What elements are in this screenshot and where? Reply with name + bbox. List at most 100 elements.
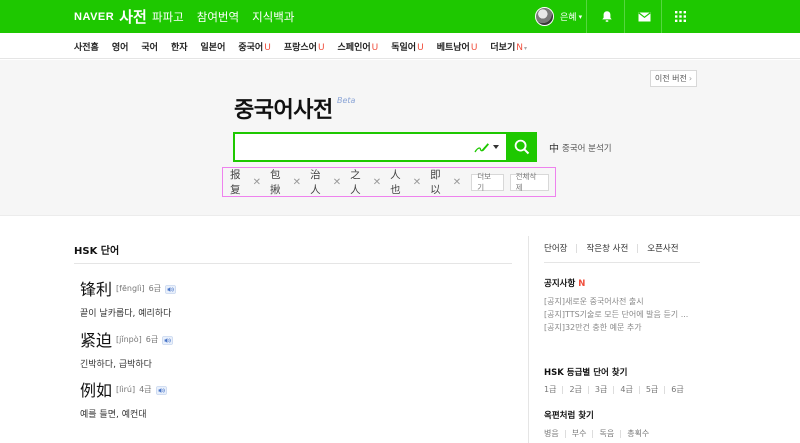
brand[interactable]: NAVER 사전 <box>74 0 147 33</box>
hsk-level-link[interactable]: 4급 <box>620 384 632 395</box>
radical-search-link[interactable]: 부수 <box>572 428 587 439</box>
close-icon[interactable]: ✕ <box>333 177 341 188</box>
radical-search-link[interactable]: 병음 <box>544 428 559 439</box>
close-icon[interactable]: ✕ <box>413 177 421 188</box>
recent-search-chip[interactable]: 之人 ✕ <box>350 167 381 197</box>
lang-tab-2[interactable]: 국어 <box>141 40 158 53</box>
side-tabs: 단어장 작은창 사전 오픈사전 <box>544 242 679 254</box>
more-button[interactable]: 더보기 <box>471 172 504 192</box>
search-button[interactable] <box>507 132 537 162</box>
column-divider <box>528 236 529 443</box>
notice-item[interactable]: [공지]새로운 중국어사전 출시 <box>544 296 644 307</box>
top-nav: 파파고 참여번역 지식백과 <box>152 0 294 33</box>
recent-search-chip[interactable]: 即以 ✕ <box>430 167 461 197</box>
radical-search-link[interactable]: 독음 <box>599 428 614 439</box>
divider <box>620 429 622 438</box>
top-bar: NAVER 사전 파파고 참여번역 지식백과 은혜 ▾ <box>0 0 800 33</box>
handwriting-icon[interactable] <box>472 139 490 157</box>
word-meaning: 예를 들면, 예컨대 <box>80 410 147 420</box>
recent-search-chip[interactable]: 包揪 ✕ <box>270 167 301 197</box>
recent-searches: 报复 ✕ 包揪 ✕ 治人 ✕ 之人 ✕ 人也 ✕ 即以 ✕ 더보기 전체삭제 <box>222 167 556 197</box>
hsk-level-link[interactable]: 1급 <box>544 384 556 395</box>
lang-tab-4[interactable]: 일본어 <box>201 40 226 53</box>
lang-tab-7[interactable]: 스페인어U <box>338 40 379 53</box>
hsk-word: 紧迫 [jǐnpò] 6급 긴박하다, 급박하다 <box>80 327 174 370</box>
radical-search-link[interactable]: 총획수 <box>627 428 649 439</box>
lang-tab-3[interactable]: 한자 <box>171 40 188 53</box>
user-menu[interactable]: 은혜 ▾ <box>535 6 582 27</box>
side-tab-2[interactable]: 오픈사전 <box>647 242 678 254</box>
divider <box>637 243 639 253</box>
delete-all-button[interactable]: 전체삭제 <box>509 172 549 192</box>
naver-logo[interactable]: NAVER <box>74 11 114 23</box>
recent-search-chip[interactable]: 报复 ✕ <box>230 167 261 197</box>
notice-item[interactable]: [공지]TTS기술로 모든 단어에 발음 듣기 ... <box>544 309 688 320</box>
beta-badge: Beta <box>337 96 356 105</box>
nav-papago[interactable]: 파파고 <box>152 9 184 25</box>
chinese-analyzer-link[interactable]: 中 중국어 분석기 <box>549 140 612 156</box>
recent-search-term[interactable]: 报复 <box>230 167 251 197</box>
speaker-icon[interactable] <box>165 279 176 298</box>
user-name[interactable]: 은혜 <box>560 10 577 23</box>
bell-icon[interactable] <box>590 0 624 33</box>
hsk-level-link[interactable]: 5급 <box>646 384 658 395</box>
recent-search-term[interactable]: 包揪 <box>270 167 291 197</box>
mail-icon[interactable] <box>627 0 661 33</box>
lang-tab-label: 영어 <box>111 42 129 53</box>
word-level: 6급 <box>148 283 162 293</box>
side-tab-0[interactable]: 단어장 <box>544 242 567 254</box>
lang-tab-6[interactable]: 프랑스어U <box>284 40 325 53</box>
lang-tab-label: 일본어 <box>200 42 226 53</box>
update-badge: U <box>470 42 478 53</box>
close-icon[interactable]: ✕ <box>373 177 381 188</box>
hsk-level-link[interactable]: 3급 <box>595 384 607 395</box>
chevron-down-icon: ▾ <box>578 12 583 21</box>
recent-search-term[interactable]: 即以 <box>430 167 451 197</box>
lang-tab-8[interactable]: 독일어U <box>391 40 423 53</box>
lang-tab-0[interactable]: 사전홈 <box>74 40 99 53</box>
hsk-level-link[interactable]: 6급 <box>671 384 683 395</box>
language-tab-list: 사전홈 영어 국어 한자 일본어 중국어U 프랑스어U 스페인어U 독일어U 베트남어U 더보기N▾ <box>74 33 527 59</box>
nav-knowledge[interactable]: 지식백과 <box>252 9 294 25</box>
search-area: 이전 버전 › 중국어사전 Beta 中 중국어 분석기 报复 ✕ 包揪 ✕ 治人 ✕ 之人… <box>0 60 800 216</box>
recent-search-chip[interactable]: 人也 ✕ <box>390 167 421 197</box>
close-icon[interactable]: ✕ <box>453 177 461 188</box>
close-icon[interactable]: ✕ <box>253 177 261 188</box>
word-hanzi[interactable]: 例如 <box>80 381 112 400</box>
language-tabs: 사전홈 영어 국어 한자 일본어 중국어U 프랑스어U 스페인어U 독일어U 베트남어U 더보기N▾ <box>0 33 800 59</box>
divider <box>74 263 512 264</box>
recent-search-term[interactable]: 之人 <box>350 167 371 197</box>
lang-tab-10[interactable]: 더보기N▾ <box>490 40 527 53</box>
apps-grid-icon[interactable] <box>663 0 697 33</box>
divider <box>624 0 625 33</box>
lang-tab-1[interactable]: 영어 <box>112 40 129 53</box>
recent-search-chip[interactable]: 治人 ✕ <box>310 167 341 197</box>
service-name[interactable]: 사전 <box>119 6 147 27</box>
search-box <box>233 132 508 162</box>
notice-item[interactable]: [공지]32만건 충한 예문 추가 <box>544 322 642 333</box>
word-hanzi[interactable]: 紧迫 <box>80 331 112 350</box>
avatar[interactable] <box>535 7 554 26</box>
lang-tab-label: 사전홈 <box>74 42 99 53</box>
close-icon[interactable]: ✕ <box>293 177 301 188</box>
word-hanzi[interactable]: 锋利 <box>80 280 112 299</box>
speaker-icon[interactable] <box>155 380 167 399</box>
caret-down-icon[interactable] <box>493 145 499 149</box>
lang-tab-9[interactable]: 베트남어U <box>437 40 478 53</box>
word-level: 6급 <box>145 334 159 344</box>
nav-translation[interactable]: 참여번역 <box>197 9 239 25</box>
lang-tab-5[interactable]: 중국어U <box>238 40 270 53</box>
speaker-icon[interactable] <box>162 330 174 349</box>
hsk-level-link[interactable]: 2급 <box>569 384 581 395</box>
divider <box>587 385 589 394</box>
previous-version-button[interactable]: 이전 버전 › <box>650 70 697 87</box>
search-icon <box>514 139 530 155</box>
recent-search-term[interactable]: 人也 <box>390 167 411 197</box>
word-pinyin: [lìrú] <box>116 384 136 394</box>
lang-tab-label: 중국어 <box>238 42 264 53</box>
divider <box>592 429 594 438</box>
side-tab-1[interactable]: 작은창 사전 <box>586 242 628 254</box>
update-badge: N <box>516 42 523 53</box>
search-input[interactable] <box>241 138 461 156</box>
recent-search-term[interactable]: 治人 <box>310 167 331 197</box>
